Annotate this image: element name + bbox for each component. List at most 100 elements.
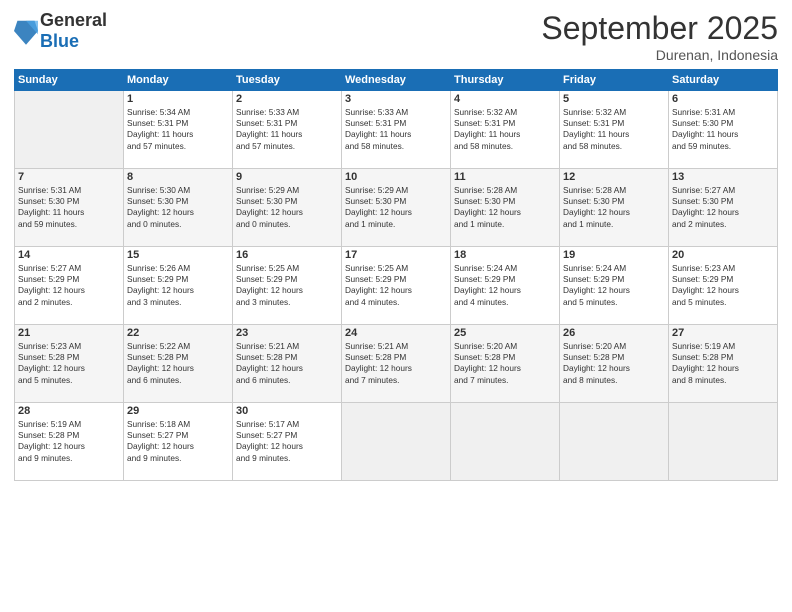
- logo-text: General Blue: [40, 10, 107, 52]
- day-number: 29: [127, 405, 229, 417]
- day-number: 30: [236, 405, 338, 417]
- calendar-cell: 7 Sunrise: 5:31 AM Sunset: 5:30 PM Daylig…: [15, 169, 124, 247]
- col-tuesday: Tuesday: [233, 70, 342, 91]
- calendar-cell: [560, 403, 669, 481]
- calendar-cell: 16 Sunrise: 5:25 AM Sunset: 5:29 PM Dayli…: [233, 247, 342, 325]
- location: Durenan, Indonesia: [541, 47, 778, 63]
- day-number: 16: [236, 249, 338, 261]
- logo-icon: [14, 17, 38, 45]
- day-info: Sunrise: 5:18 AM Sunset: 5:27 PM Dayligh…: [127, 419, 229, 464]
- title-block: September 2025 Durenan, Indonesia: [541, 10, 778, 63]
- main-container: General Blue September 2025 Durenan, Ind…: [0, 0, 792, 612]
- day-number: 11: [454, 171, 556, 183]
- day-info: Sunrise: 5:30 AM Sunset: 5:30 PM Dayligh…: [127, 185, 229, 230]
- calendar-cell: 14Sunrise: 5:27 AM Sunset: 5:29 PM Dayli…: [15, 247, 124, 325]
- col-monday: Monday: [124, 70, 233, 91]
- calendar-cell: 12Sunrise: 5:28 AM Sunset: 5:30 PM Dayli…: [560, 169, 669, 247]
- day-number: 8: [127, 171, 229, 183]
- day-info: Sunrise: 5:19 AM Sunset: 5:28 PM Dayligh…: [672, 341, 774, 386]
- header: General Blue September 2025 Durenan, Ind…: [14, 10, 778, 63]
- day-info: Sunrise: 5:32 AM Sunset: 5:31 PM Dayligh…: [454, 107, 556, 152]
- day-info: Sunrise: 5:25 AM Sunset: 5:29 PM Dayligh…: [236, 263, 338, 308]
- day-info: Sunrise: 5:32 AM Sunset: 5:31 PM Dayligh…: [563, 107, 665, 152]
- calendar-week-row: 28 Sunrise: 5:19 AM Sunset: 5:28 PM Dayli…: [15, 403, 778, 481]
- calendar-cell: 15 Sunrise: 5:26 AM Sunset: 5:29 PM Dayli…: [124, 247, 233, 325]
- col-thursday: Thursday: [451, 70, 560, 91]
- calendar-cell: 28 Sunrise: 5:19 AM Sunset: 5:28 PM Dayli…: [15, 403, 124, 481]
- calendar-cell: 13 Sunrise: 5:27 AM Sunset: 5:30 PM Dayli…: [669, 169, 778, 247]
- calendar-cell: 11 Sunrise: 5:28 AM Sunset: 5:30 PM Dayli…: [451, 169, 560, 247]
- calendar-week-row: 1 Sunrise: 5:34 AM Sunset: 5:31 PM Daylig…: [15, 91, 778, 169]
- logo-general-text: General: [40, 10, 107, 31]
- day-info: Sunrise: 5:19 AM Sunset: 5:28 PM Dayligh…: [18, 419, 120, 464]
- day-info: Sunrise: 5:31 AM Sunset: 5:30 PM Dayligh…: [18, 185, 120, 230]
- day-number: 23: [236, 327, 338, 339]
- day-info: Sunrise: 5:28 AM Sunset: 5:30 PM Dayligh…: [454, 185, 556, 230]
- day-number: 17: [345, 249, 447, 261]
- day-info: Sunrise: 5:21 AM Sunset: 5:28 PM Dayligh…: [236, 341, 338, 386]
- day-info: Sunrise: 5:24 AM Sunset: 5:29 PM Dayligh…: [563, 263, 665, 308]
- calendar-cell: 29 Sunrise: 5:18 AM Sunset: 5:27 PM Dayli…: [124, 403, 233, 481]
- day-info: Sunrise: 5:33 AM Sunset: 5:31 PM Dayligh…: [236, 107, 338, 152]
- calendar-cell: 26Sunrise: 5:20 AM Sunset: 5:28 PM Dayli…: [560, 325, 669, 403]
- calendar-cell: 8 Sunrise: 5:30 AM Sunset: 5:30 PM Daylig…: [124, 169, 233, 247]
- calendar-cell: 10Sunrise: 5:29 AM Sunset: 5:30 PM Dayli…: [342, 169, 451, 247]
- calendar-cell: 2 Sunrise: 5:33 AM Sunset: 5:31 PM Daylig…: [233, 91, 342, 169]
- day-number: 14: [18, 249, 120, 261]
- day-number: 24: [345, 327, 447, 339]
- day-info: Sunrise: 5:34 AM Sunset: 5:31 PM Dayligh…: [127, 107, 229, 152]
- day-info: Sunrise: 5:17 AM Sunset: 5:27 PM Dayligh…: [236, 419, 338, 464]
- day-number: 9: [236, 171, 338, 183]
- calendar-cell: [15, 91, 124, 169]
- calendar-cell: 9 Sunrise: 5:29 AM Sunset: 5:30 PM Daylig…: [233, 169, 342, 247]
- calendar-cell: 22Sunrise: 5:22 AM Sunset: 5:28 PM Dayli…: [124, 325, 233, 403]
- calendar-cell: [451, 403, 560, 481]
- day-number: 28: [18, 405, 120, 417]
- day-number: 26: [563, 327, 665, 339]
- day-number: 6: [672, 93, 774, 105]
- col-sunday: Sunday: [15, 70, 124, 91]
- day-info: Sunrise: 5:29 AM Sunset: 5:30 PM Dayligh…: [236, 185, 338, 230]
- calendar-week-row: 21 Sunrise: 5:23 AM Sunset: 5:28 PM Dayli…: [15, 325, 778, 403]
- day-info: Sunrise: 5:28 AM Sunset: 5:30 PM Dayligh…: [563, 185, 665, 230]
- day-number: 4: [454, 93, 556, 105]
- day-info: Sunrise: 5:25 AM Sunset: 5:29 PM Dayligh…: [345, 263, 447, 308]
- day-info: Sunrise: 5:21 AM Sunset: 5:28 PM Dayligh…: [345, 341, 447, 386]
- calendar-cell: 4 Sunrise: 5:32 AM Sunset: 5:31 PM Daylig…: [451, 91, 560, 169]
- day-info: Sunrise: 5:20 AM Sunset: 5:28 PM Dayligh…: [454, 341, 556, 386]
- calendar-cell: 17 Sunrise: 5:25 AM Sunset: 5:29 PM Dayli…: [342, 247, 451, 325]
- day-info: Sunrise: 5:31 AM Sunset: 5:30 PM Dayligh…: [672, 107, 774, 152]
- day-number: 1: [127, 93, 229, 105]
- day-number: 3: [345, 93, 447, 105]
- calendar-header-row: Sunday Monday Tuesday Wednesday Thursday…: [15, 70, 778, 91]
- calendar-table: Sunday Monday Tuesday Wednesday Thursday…: [14, 69, 778, 481]
- day-info: Sunrise: 5:26 AM Sunset: 5:29 PM Dayligh…: [127, 263, 229, 308]
- calendar-cell: 3Sunrise: 5:33 AM Sunset: 5:31 PM Daylig…: [342, 91, 451, 169]
- col-friday: Friday: [560, 70, 669, 91]
- calendar-cell: 6 Sunrise: 5:31 AM Sunset: 5:30 PM Daylig…: [669, 91, 778, 169]
- calendar-week-row: 14Sunrise: 5:27 AM Sunset: 5:29 PM Dayli…: [15, 247, 778, 325]
- calendar-cell: [342, 403, 451, 481]
- day-number: 27: [672, 327, 774, 339]
- day-info: Sunrise: 5:23 AM Sunset: 5:28 PM Dayligh…: [18, 341, 120, 386]
- calendar-cell: 27 Sunrise: 5:19 AM Sunset: 5:28 PM Dayli…: [669, 325, 778, 403]
- day-number: 20: [672, 249, 774, 261]
- calendar-cell: 23 Sunrise: 5:21 AM Sunset: 5:28 PM Dayli…: [233, 325, 342, 403]
- calendar-cell: 25Sunrise: 5:20 AM Sunset: 5:28 PM Dayli…: [451, 325, 560, 403]
- calendar-cell: 19Sunrise: 5:24 AM Sunset: 5:29 PM Dayli…: [560, 247, 669, 325]
- calendar-cell: 18Sunrise: 5:24 AM Sunset: 5:29 PM Dayli…: [451, 247, 560, 325]
- calendar-cell: 30 Sunrise: 5:17 AM Sunset: 5:27 PM Dayli…: [233, 403, 342, 481]
- day-info: Sunrise: 5:23 AM Sunset: 5:29 PM Dayligh…: [672, 263, 774, 308]
- day-info: Sunrise: 5:22 AM Sunset: 5:28 PM Dayligh…: [127, 341, 229, 386]
- calendar-cell: 21 Sunrise: 5:23 AM Sunset: 5:28 PM Dayli…: [15, 325, 124, 403]
- day-number: 13: [672, 171, 774, 183]
- day-info: Sunrise: 5:29 AM Sunset: 5:30 PM Dayligh…: [345, 185, 447, 230]
- col-wednesday: Wednesday: [342, 70, 451, 91]
- day-number: 15: [127, 249, 229, 261]
- day-number: 7: [18, 171, 120, 183]
- calendar-cell: 1 Sunrise: 5:34 AM Sunset: 5:31 PM Daylig…: [124, 91, 233, 169]
- day-number: 21: [18, 327, 120, 339]
- col-saturday: Saturday: [669, 70, 778, 91]
- day-number: 2: [236, 93, 338, 105]
- day-info: Sunrise: 5:27 AM Sunset: 5:30 PM Dayligh…: [672, 185, 774, 230]
